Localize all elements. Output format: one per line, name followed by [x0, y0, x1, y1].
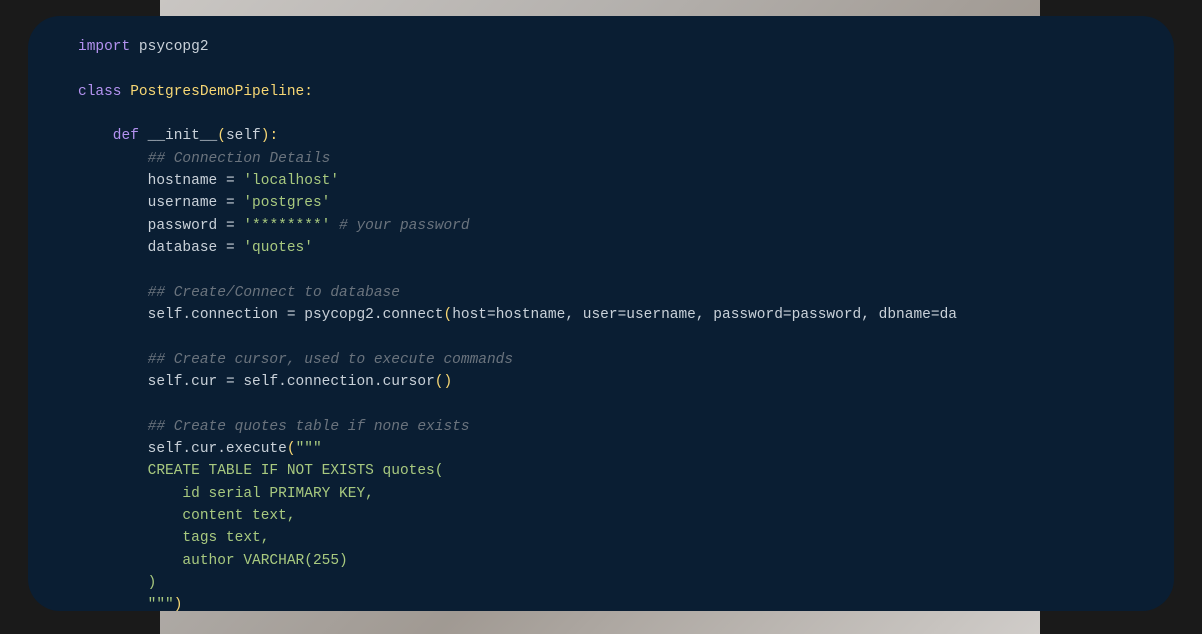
code-line-10: database = 'quotes'	[78, 237, 1124, 259]
code-line-25: )	[78, 572, 1124, 594]
code-line-24: author VARCHAR(255)	[78, 550, 1124, 572]
code-line-blank	[78, 58, 1124, 80]
code-line-1: import psycopg2	[78, 36, 1124, 58]
code-line-16: self.cur = self.connection.cursor()	[78, 371, 1124, 393]
code-line-12: ## Create/Connect to database	[78, 282, 1124, 304]
code-line-3: class PostgresDemoPipeline:	[78, 81, 1124, 103]
code-line-15: ## Create cursor, used to execute comman…	[78, 349, 1124, 371]
code-line-26: """)	[78, 594, 1124, 611]
code-line-19: self.cur.execute("""	[78, 438, 1124, 460]
code-line-blank	[78, 393, 1124, 415]
code-line-6: ## Connection Details	[78, 148, 1124, 170]
code-line-blank	[78, 326, 1124, 348]
code-line-9: password = '********' # your password	[78, 215, 1124, 237]
code-line-21: id serial PRIMARY KEY,	[78, 483, 1124, 505]
code-line-22: content text,	[78, 505, 1124, 527]
code-line-23: tags text,	[78, 527, 1124, 549]
code-line-blank	[78, 259, 1124, 281]
code-line-8: username = 'postgres'	[78, 192, 1124, 214]
code-line-blank	[78, 103, 1124, 125]
code-line-18: ## Create quotes table if none exists	[78, 416, 1124, 438]
code-line-7: hostname = 'localhost'	[78, 170, 1124, 192]
code-line-20: CREATE TABLE IF NOT EXISTS quotes(	[78, 460, 1124, 482]
code-line-5: def __init__(self):	[78, 125, 1124, 147]
code-line-13: self.connection = psycopg2.connect(host=…	[78, 304, 1124, 326]
code-block: import psycopg2 class PostgresDemoPipeli…	[28, 16, 1174, 611]
